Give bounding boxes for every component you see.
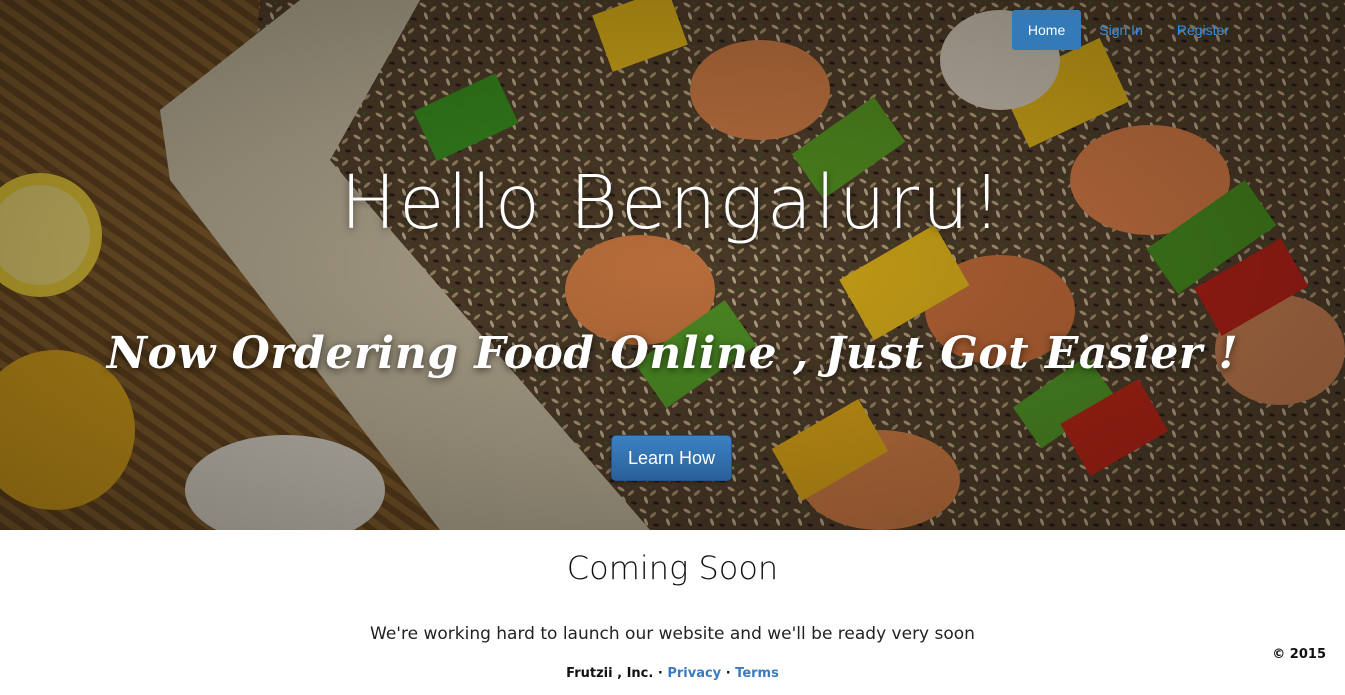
footer-links: Frutzii , Inc. · Privacy · Terms xyxy=(0,666,1345,681)
hero-title: Hello Bengaluru! xyxy=(340,160,1005,246)
launch-message: We're working hard to launch our website… xyxy=(370,624,975,644)
company-name: Frutzii , Inc. xyxy=(566,666,654,681)
footer-separator: · xyxy=(657,666,663,681)
hero-section: Home Sign In Register Hello Bengaluru! N… xyxy=(0,0,1345,530)
learn-how-button[interactable]: Learn How xyxy=(611,435,732,481)
top-nav: Home Sign In Register xyxy=(1011,10,1245,50)
nav-home-link[interactable]: Home xyxy=(1011,10,1082,50)
terms-link[interactable]: Terms xyxy=(735,666,779,681)
privacy-link[interactable]: Privacy xyxy=(667,666,721,681)
footer-separator: · xyxy=(725,666,731,681)
nav-register-link[interactable]: Register xyxy=(1161,10,1245,50)
hero-subtitle: Now Ordering Food Online , Just Got Easi… xyxy=(106,328,1239,379)
nav-sign-in-link[interactable]: Sign In xyxy=(1083,10,1159,50)
copyright-notice: © 2015 xyxy=(1272,647,1326,662)
coming-soon-heading: Coming Soon xyxy=(566,549,779,587)
